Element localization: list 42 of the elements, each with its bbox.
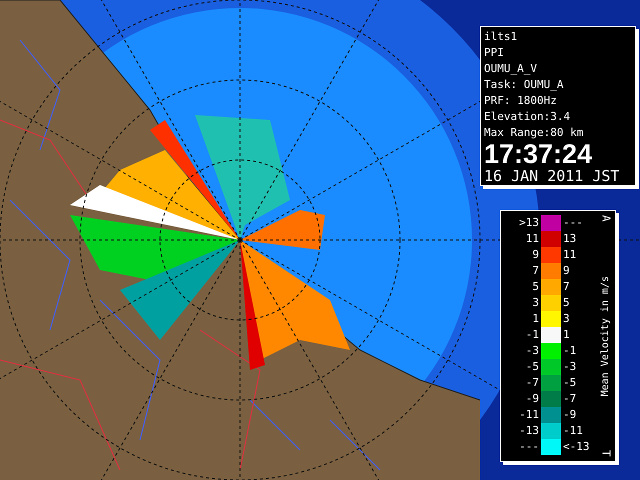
- legend-label: -5: [524, 359, 540, 375]
- legend-label: 9: [562, 263, 571, 279]
- legend-label: -1: [524, 327, 540, 343]
- legend-label: -5: [562, 375, 578, 391]
- legend-label: 5: [531, 279, 540, 295]
- legend-label: 1: [562, 327, 571, 343]
- legend-title: Mean Velocity in m/s: [598, 276, 612, 396]
- legend-label: -9: [562, 407, 578, 423]
- info-text: OUMU_A_V: [484, 61, 538, 77]
- legend-label: >13: [518, 215, 540, 231]
- legend-label: 3: [531, 295, 540, 311]
- legend-label: -13: [518, 423, 540, 439]
- legend-label: -1: [562, 343, 578, 359]
- time-text: 17:37:24: [484, 141, 594, 167]
- legend-mark: T: [598, 450, 614, 457]
- info-text: ilts1: [484, 29, 518, 45]
- date-text: 16 JAN 2011 JST: [484, 167, 620, 185]
- legend-label: 7: [562, 279, 571, 295]
- legend-mark: A: [598, 215, 614, 222]
- info-text: Max Range:80 km: [484, 125, 584, 141]
- legend-label: -9: [524, 391, 540, 407]
- legend-label: 5: [562, 295, 571, 311]
- legend-label: -3: [562, 359, 578, 375]
- legend-label: 11: [562, 247, 578, 263]
- legend-label: 1: [531, 311, 540, 327]
- legend-label: 3: [562, 311, 571, 327]
- legend-label: <-13: [562, 439, 590, 455]
- info-text: Elevation:3.4: [484, 109, 572, 125]
- legend-label: 9: [531, 247, 540, 263]
- legend-label: 7: [531, 263, 540, 279]
- legend-label: -11: [518, 407, 540, 423]
- legend-label: 11: [524, 231, 540, 247]
- info-text: PPI: [484, 45, 505, 61]
- info-text: Task: OUMU_A: [484, 77, 564, 93]
- legend-label: -7: [562, 391, 578, 407]
- legend-label: -3: [524, 343, 540, 359]
- legend-label: ---: [562, 215, 584, 231]
- legend-label: ---: [518, 439, 540, 455]
- legend-label: -7: [524, 375, 540, 391]
- info-text: PRF: 1800Hz: [484, 93, 558, 109]
- legend-label: -11: [562, 423, 584, 439]
- legend-label: 13: [562, 231, 578, 247]
